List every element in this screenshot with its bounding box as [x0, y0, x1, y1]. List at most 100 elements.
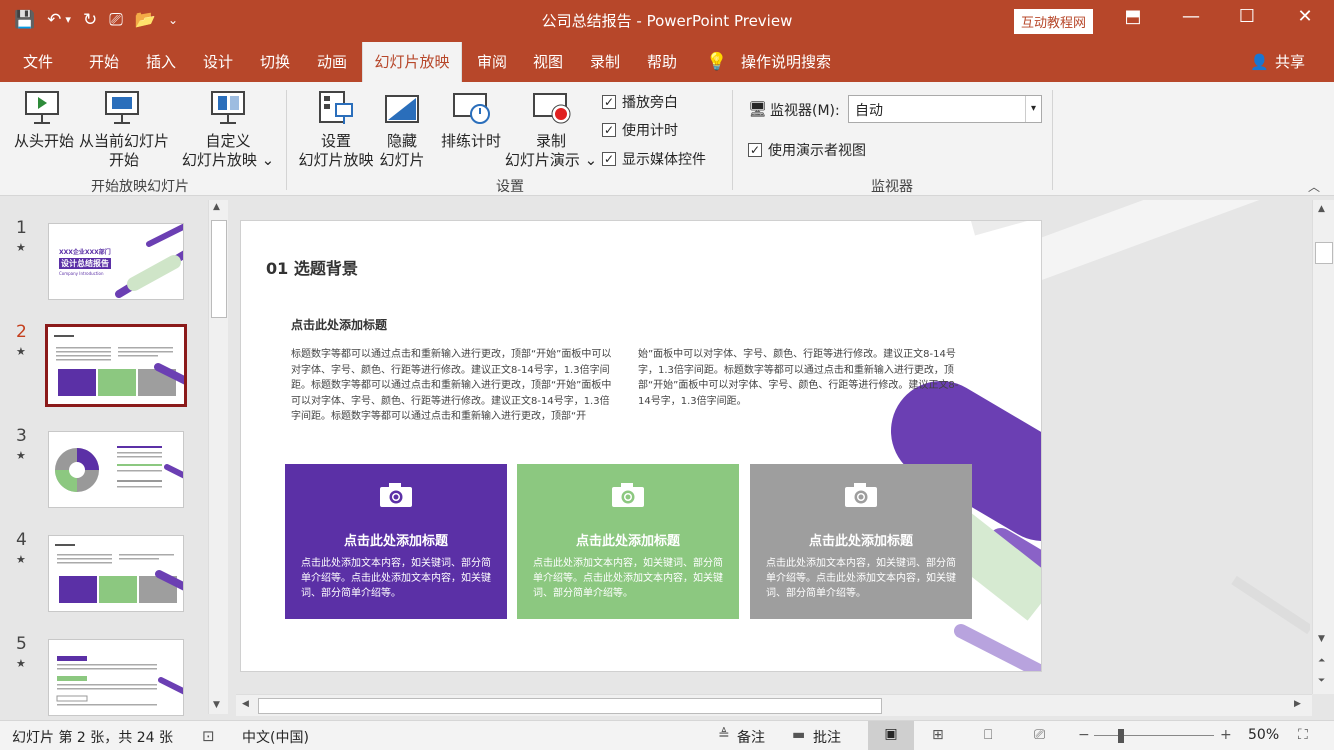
slideshow-view-icon[interactable]: ⎚	[1034, 727, 1045, 743]
monitor-select[interactable]: 自动 ▾	[848, 95, 1042, 123]
group-divider	[732, 90, 733, 190]
rehearse-button[interactable]: 排练计时	[436, 132, 506, 151]
setup-slideshow-button[interactable]: 设置 幻灯片放映	[296, 132, 376, 170]
thumbnail-scrollbar[interactable]: ▲ ▼	[208, 200, 228, 714]
use-timings-checkbox[interactable]: ✓ 使用计时	[602, 120, 678, 140]
from-current-button[interactable]: 从当前幻灯片 开始	[78, 132, 170, 170]
group-label-start: 开始放映幻灯片	[91, 179, 189, 195]
tab-view[interactable]: 视图	[522, 42, 574, 82]
card-title: 点击此处添加标题	[575, 534, 680, 549]
title-bar: 💾 ↶ ▾ ↻ ⎚ 📂 ⌄ 公司总结报告 - PowerPoint Previe…	[0, 0, 1334, 42]
record-label-1: 录制	[535, 132, 566, 150]
close-button[interactable]: ✕	[1290, 6, 1320, 27]
feature-card-3[interactable]: 点击此处添加标题 点击此处添加文本内容，如关键词、部分简单介绍等。点击此处添加文…	[750, 464, 972, 619]
slide-body-left[interactable]: 标题数字等都可以通过点击和重新输入进行更改，顶部“开始”面板中可以对字体、字号、…	[291, 347, 617, 425]
show-media-controls-checkbox[interactable]: ✓ 显示媒体控件	[602, 149, 706, 169]
minimize-button[interactable]: —	[1176, 6, 1206, 27]
slide-number: 5	[16, 634, 27, 654]
slide-thumbnail-2[interactable]	[45, 324, 187, 407]
hide-slide-button[interactable]: 隐藏 幻灯片	[378, 132, 426, 170]
zoom-out-icon[interactable]: −	[1078, 727, 1090, 743]
record-slideshow-icon	[533, 93, 571, 124]
scroll-up-icon[interactable]: ▲	[1318, 204, 1325, 214]
play-narration-checkbox[interactable]: ✓ 播放旁白	[602, 92, 678, 112]
scroll-down-icon[interactable]: ▼	[213, 700, 220, 710]
ribbon-display-options-icon[interactable]: ⬒	[1118, 6, 1148, 27]
group-label-setup: 设置	[496, 179, 524, 195]
slide-thumbnail-1[interactable]: XXX企业XXX部门 设计总结报告 Company Introduction	[48, 223, 184, 300]
slide-subheading[interactable]: 点击此处添加标题	[291, 316, 387, 333]
share-button[interactable]: 共享	[1270, 42, 1310, 82]
zoom-in-icon[interactable]: +	[1220, 727, 1232, 743]
zoom-slider-track[interactable]	[1094, 735, 1214, 736]
checkmark-icon: ✓	[602, 152, 616, 166]
feature-card-2[interactable]: 点击此处添加标题 点击此处添加文本内容，如关键词、部分简单介绍等。点击此处添加文…	[517, 464, 739, 619]
language[interactable]: 中文(中国)	[242, 727, 309, 747]
tab-home[interactable]: 开始	[78, 42, 130, 82]
custom-slideshow-icon	[211, 91, 245, 124]
slide-heading[interactable]: 01 选题背景	[266, 255, 358, 279]
scroll-thumb[interactable]	[211, 220, 227, 318]
scroll-up-icon[interactable]: ▲	[213, 202, 220, 212]
slide-vertical-scrollbar[interactable]: ▲ ▼ ⏶ ⏷	[1312, 200, 1334, 694]
slide-thumbnail-5[interactable]	[48, 639, 184, 716]
collapse-ribbon-icon[interactable]: ︿	[1308, 178, 1320, 195]
tab-help[interactable]: 帮助	[636, 42, 688, 82]
zoom-level[interactable]: 50%	[1248, 727, 1279, 743]
previous-slide-icon[interactable]: ⏶	[1318, 656, 1325, 666]
lightbulb-icon: 💡	[706, 52, 728, 72]
reading-view-icon[interactable]: ⎕	[984, 727, 992, 743]
setup-label-1: 设置	[320, 132, 351, 150]
scroll-left-icon[interactable]: ◀	[242, 699, 249, 709]
tab-insert[interactable]: 插入	[135, 42, 187, 82]
play-from-current-icon	[105, 91, 139, 124]
tab-slideshow[interactable]: 幻灯片放映	[362, 42, 462, 82]
maximize-button[interactable]: ☐	[1232, 6, 1262, 27]
tab-file[interactable]: 文件	[12, 42, 64, 82]
slide-body-right[interactable]: 始”面板中可以对字体、字号、颜色、行距等进行修改。建议正文8-14号字，1.3倍…	[638, 347, 964, 409]
checkmark-icon: ✓	[602, 95, 616, 109]
user-icon: 👤	[1250, 53, 1269, 71]
custom-slideshow-button[interactable]: 自定义 幻灯片放映 ⌄	[180, 132, 276, 170]
slide-count: 幻灯片 第 2 张，共 24 张	[12, 730, 173, 746]
slide-sorter-icon[interactable]: ⊞	[932, 727, 944, 743]
group-label-monitors: 监视器	[871, 179, 913, 195]
zoom-slider-thumb[interactable]	[1118, 729, 1124, 743]
play-from-start-icon	[25, 91, 59, 124]
card-text: 点击此处添加文本内容，如关键词、部分简单介绍等。点击此处添加文本内容，如关键词、…	[301, 558, 491, 599]
thumbnail-graphic	[54, 335, 184, 396]
accessibility-icon[interactable]: ⊡	[202, 727, 215, 745]
slide-thumbnail-3[interactable]	[48, 431, 184, 508]
hide-slide-icon	[385, 95, 419, 123]
slide-number: 1	[16, 218, 27, 238]
comments-button[interactable]: 批注	[813, 727, 841, 747]
slide-horizontal-scrollbar[interactable]: ◀ ▶	[236, 694, 1312, 716]
tab-design[interactable]: 设计	[192, 42, 244, 82]
brand-badge[interactable]: 互动教程网	[1014, 9, 1094, 34]
presenter-view-checkbox[interactable]: ✓ 使用演示者视图	[748, 140, 866, 160]
record-slideshow-button[interactable]: 录制 幻灯片演示 ⌄	[504, 132, 598, 170]
scroll-down-icon[interactable]: ▼	[1318, 634, 1325, 644]
chevron-down-icon[interactable]: ▾	[1025, 96, 1041, 122]
fit-to-window-icon[interactable]: ⛶	[1298, 727, 1308, 743]
tab-review[interactable]: 审阅	[466, 42, 518, 82]
scroll-thumb[interactable]	[1315, 242, 1333, 264]
group-divider	[1052, 90, 1053, 190]
presenter-view-label: 使用演示者视图	[768, 143, 866, 159]
slide-thumbnail-4[interactable]	[48, 535, 184, 612]
normal-view-icon[interactable]: ▣	[868, 721, 914, 750]
tab-transitions[interactable]: 切换	[249, 42, 301, 82]
status-bar: 幻灯片 第 2 张，共 24 张 ⊡ 中文(中国) ≜ 备注 ▬ 批注 ▣ ⊞ …	[0, 720, 1334, 750]
from-start-button[interactable]: 从头开始	[12, 132, 76, 151]
slide-canvas[interactable]: 01 选题背景 点击此处添加标题 标题数字等都可以通过点击和重新输入进行更改，顶…	[240, 220, 1042, 672]
tab-record[interactable]: 录制	[579, 42, 631, 82]
next-slide-icon[interactable]: ⏷	[1318, 676, 1325, 686]
scroll-thumb[interactable]	[258, 698, 882, 714]
setup-label-2: 幻灯片放映	[298, 151, 374, 169]
tell-me-search[interactable]: 操作说明搜索	[738, 42, 834, 82]
feature-card-1[interactable]: 点击此处添加标题 点击此处添加文本内容，如关键词、部分简单介绍等。点击此处添加文…	[285, 464, 507, 619]
scroll-right-icon[interactable]: ▶	[1294, 699, 1301, 709]
tab-animations[interactable]: 动画	[306, 42, 358, 82]
comments-icon: ▬	[792, 727, 806, 743]
notes-button[interactable]: 备注	[737, 727, 765, 747]
